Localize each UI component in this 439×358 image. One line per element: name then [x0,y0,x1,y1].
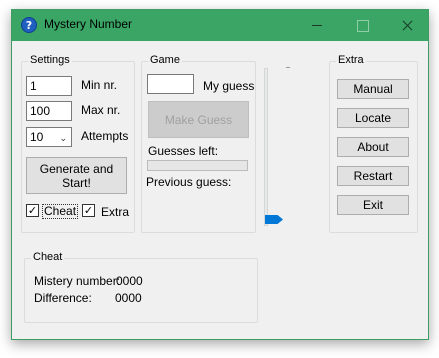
restart-button[interactable]: Restart [337,166,409,186]
question-icon: ? [21,17,37,33]
settings-group: Settings 1 Min nr. 100 Max nr. 10 ⌄ Atte… [21,54,135,233]
generate-start-button[interactable]: Generate and Start! [26,157,127,194]
guess-label: My guess [203,79,255,93]
extra-group: Extra Manual Locate About Restart Exit [329,54,418,233]
settings-legend: Settings [28,54,72,66]
difference-value: 0000 [115,291,142,305]
manual-button[interactable]: Manual [337,79,409,99]
maximize-button[interactable] [340,10,385,41]
guess-input[interactable] [147,74,194,94]
close-button[interactable] [385,10,430,41]
cheat-checkbox-label[interactable]: Cheat [42,204,79,219]
app-window: ? Mystery Number Settings 1 Min nr. 100 … [11,9,429,340]
extra-checkbox-label: Extra [101,205,130,219]
guesses-left-label: Guesses left: [148,144,219,158]
min-number-label: Min nr. [81,78,118,92]
mystery-number-value: 0000 [116,274,143,288]
cheat-checkbox[interactable]: ✓ [26,204,39,217]
attempts-value: 10 [30,130,44,144]
window-title: Mystery Number [44,17,133,31]
difference-label: Difference: [34,291,92,305]
max-number-input[interactable]: 100 [26,101,72,121]
attempts-select[interactable]: 10 ⌄ [26,127,72,147]
extra-legend: Extra [336,54,366,66]
locate-button[interactable]: Locate [337,108,409,128]
minimize-button[interactable] [295,10,340,41]
min-number-input[interactable]: 1 [26,76,72,96]
extra-checkbox[interactable]: ✓ [82,204,95,217]
title-bar[interactable]: ? Mystery Number [12,10,428,41]
guesses-left-bar [147,160,248,171]
slider-tick [286,67,290,68]
game-group: Game My guess Make Guess Guesses left: P… [141,54,256,233]
cheat-legend: Cheat [31,251,65,263]
chevron-down-icon: ⌄ [59,133,67,143]
vertical-slider-thumb[interactable] [265,215,283,224]
previous-guess-label: Previous guess: [146,175,232,189]
make-guess-button[interactable]: Make Guess [148,101,249,138]
max-number-label: Max nr. [81,103,121,117]
vertical-slider-track[interactable] [264,68,268,226]
mystery-number-label: Mistery number: [34,274,121,288]
attempts-label: Attempts [81,129,129,143]
exit-button[interactable]: Exit [337,195,409,215]
cheat-group: Cheat Mistery number: 0000 Difference: 0… [24,251,258,323]
about-button[interactable]: About [337,137,409,157]
game-legend: Game [148,54,182,66]
